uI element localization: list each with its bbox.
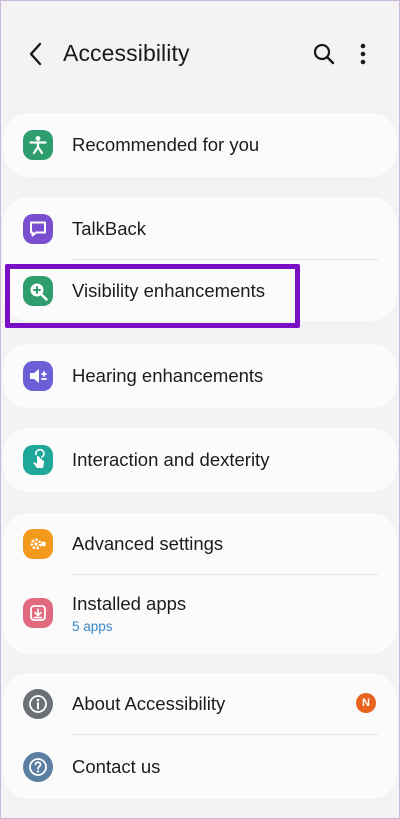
touch-hand-icon <box>23 445 53 475</box>
question-icon <box>23 752 53 782</box>
menu-item-talkback[interactable]: TalkBack <box>3 198 397 260</box>
about-card: About Accessibility N Contact us <box>3 673 397 799</box>
menu-item-label: Interaction and dexterity <box>72 449 270 470</box>
menu-item-label: TalkBack <box>72 218 147 239</box>
menu-item-label: About Accessibility <box>72 693 226 714</box>
app-bar: Accessibility <box>0 28 400 80</box>
hearing-card: Hearing enhancements <box>3 344 397 408</box>
menu-item-recommended[interactable]: Recommended for you <box>3 114 397 176</box>
menu-item-contact-us[interactable]: Contact us <box>3 736 397 798</box>
menu-item-label: Contact us <box>72 756 161 777</box>
menu-item-label: Visibility enhancements <box>72 280 265 301</box>
menu-item-label: Recommended for you <box>72 134 260 155</box>
menu-item-label: Hearing enhancements <box>72 365 264 386</box>
more-options-button[interactable] <box>349 38 377 70</box>
zoom-in-icon <box>23 276 53 306</box>
menu-item-about-accessibility[interactable]: About Accessibility N <box>3 673 397 735</box>
info-icon <box>23 689 53 719</box>
menu-item-interaction-dexterity[interactable]: Interaction and dexterity <box>3 429 397 491</box>
new-badge: N <box>356 693 376 713</box>
chat-bubble-icon <box>23 214 53 244</box>
download-icon <box>23 598 53 628</box>
back-button[interactable] <box>20 38 52 70</box>
volume-icon <box>23 361 53 391</box>
chevron-left-icon <box>29 42 42 66</box>
recommended-card: Recommended for you <box>3 113 397 177</box>
gears-icon <box>23 529 53 559</box>
accessibility-person-icon <box>23 130 53 160</box>
vision-card: TalkBack Visibility enhancements <box>3 197 397 321</box>
search-icon <box>313 43 335 65</box>
more-vertical-icon <box>360 43 366 65</box>
advanced-card: Advanced settings Installed apps 5 apps <box>3 513 397 654</box>
menu-item-advanced-settings[interactable]: Advanced settings <box>3 513 397 575</box>
menu-item-label: Installed apps <box>72 593 187 614</box>
installed-apps-count: 5 apps <box>72 619 113 634</box>
interaction-card: Interaction and dexterity <box>3 428 397 492</box>
menu-item-hearing-enhancements[interactable]: Hearing enhancements <box>3 345 397 407</box>
divider <box>72 734 378 735</box>
menu-item-visibility-enhancements[interactable]: Visibility enhancements <box>3 260 397 322</box>
search-button[interactable] <box>308 38 340 70</box>
menu-item-label: Advanced settings <box>72 533 224 554</box>
menu-item-installed-apps[interactable]: Installed apps 5 apps <box>3 577 397 653</box>
page-title: Accessibility <box>63 40 190 66</box>
divider <box>72 574 378 575</box>
